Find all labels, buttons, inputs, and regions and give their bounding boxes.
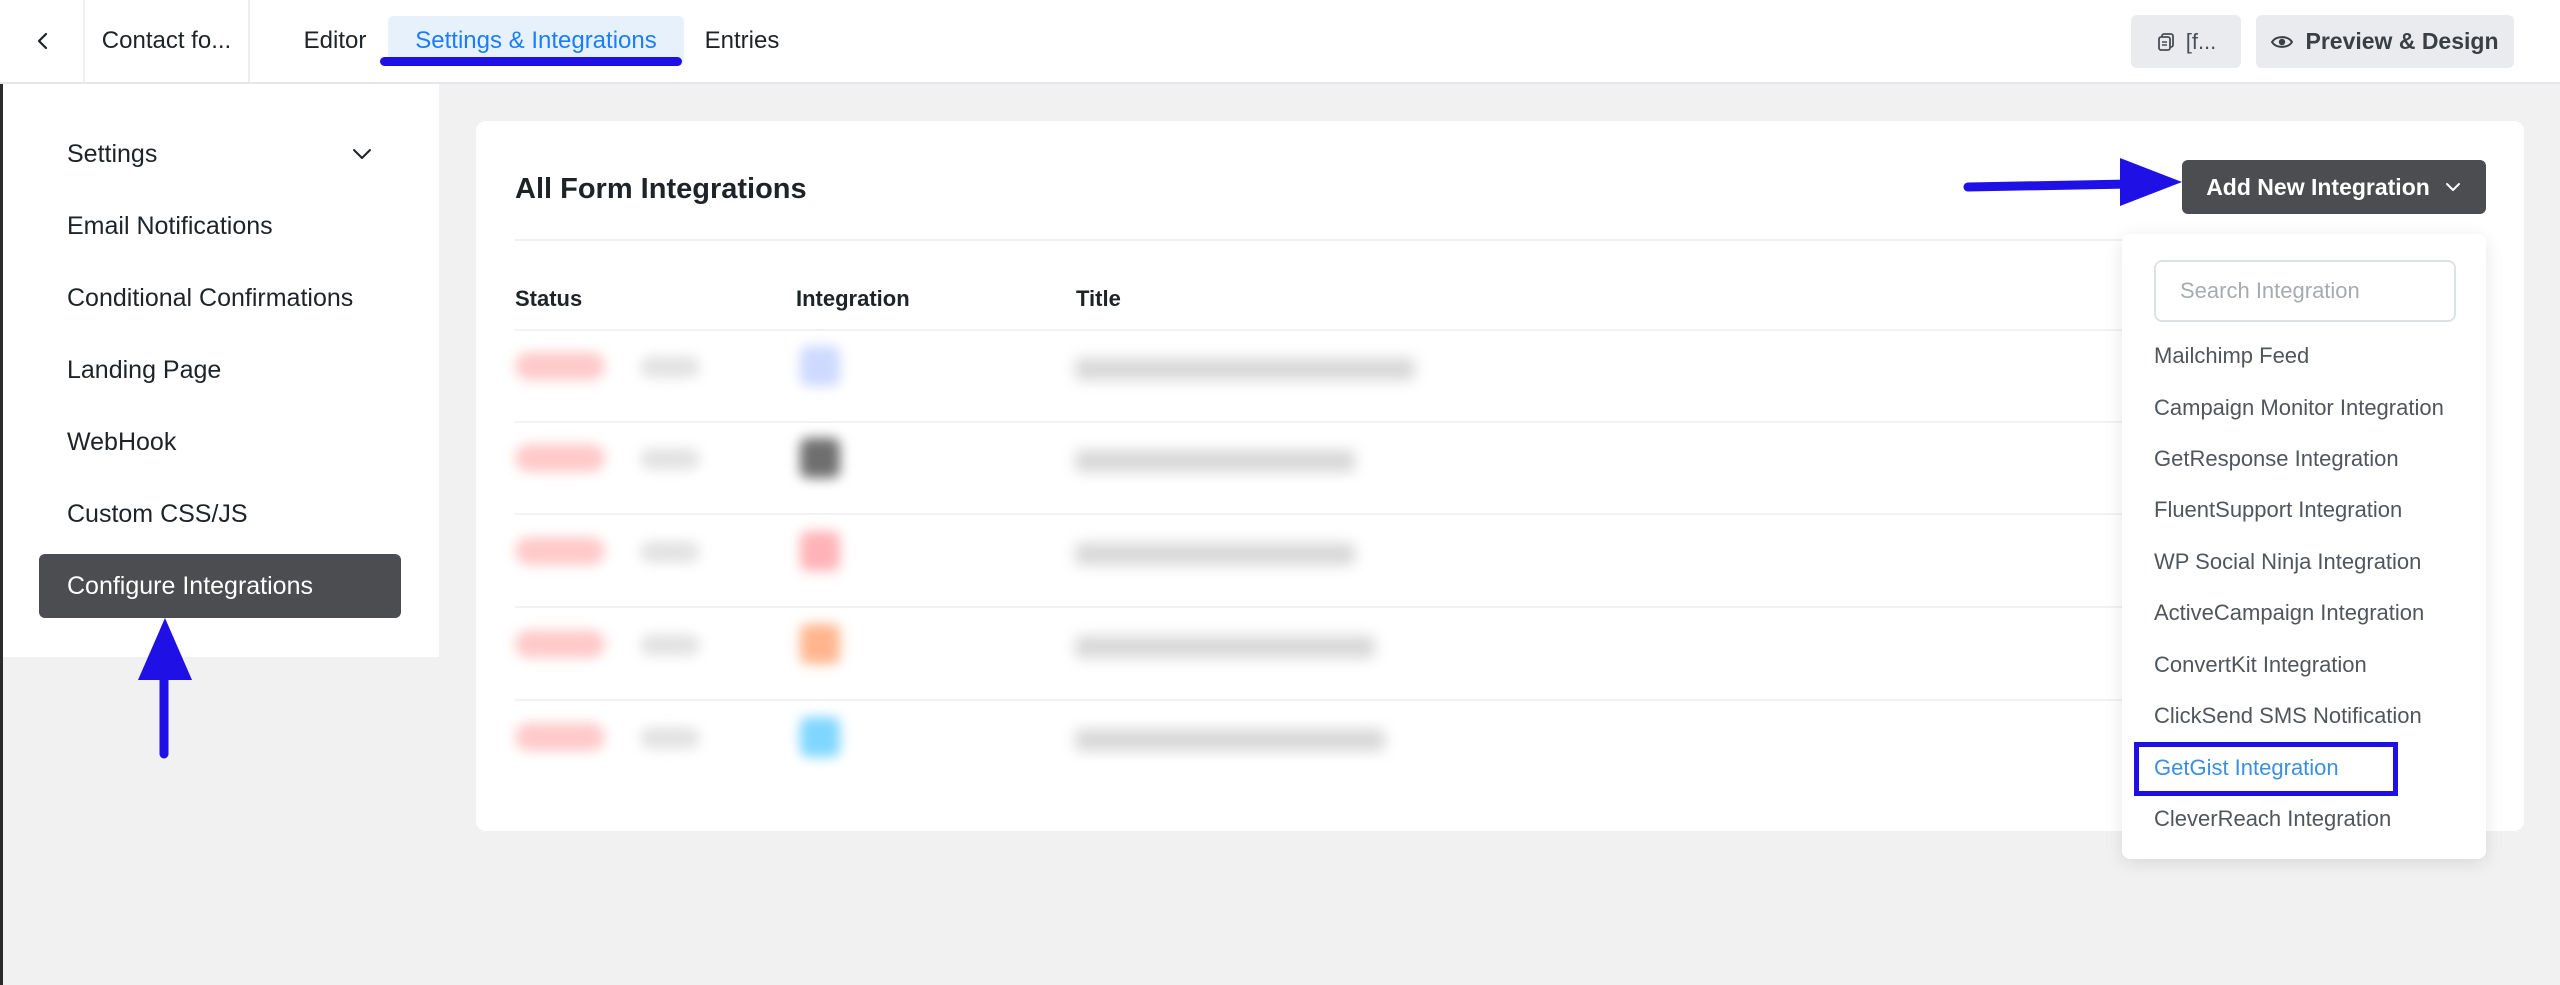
integration-title <box>1075 636 1375 658</box>
search-integration-input[interactable] <box>2154 260 2456 322</box>
tab-entries[interactable]: Entries <box>692 16 792 66</box>
tab-editor[interactable]: Editor <box>290 16 380 66</box>
dropdown-item-wp-social-ninja[interactable]: WP Social Ninja Integration <box>2154 549 2421 575</box>
preview-design-button[interactable]: Preview & Design <box>2256 15 2514 68</box>
shortcode-button[interactable]: [f... <box>2131 15 2241 68</box>
sidebar-item-label: Conditional Confirmations <box>67 283 354 312</box>
sidebar-item-conditional-confirmations[interactable]: Conditional Confirmations <box>39 266 401 330</box>
annotation-arrow-up-icon <box>138 618 192 759</box>
integration-logo <box>800 624 840 664</box>
eye-icon <box>2271 35 2294 48</box>
settings-sidebar: Settings Email Notifications Conditional… <box>3 84 439 657</box>
integration-logo <box>800 346 840 386</box>
integration-title <box>1075 543 1355 565</box>
dropdown-item-mailchimp[interactable]: Mailchimp Feed <box>2154 343 2309 369</box>
sidebar-item-label: Custom CSS/JS <box>67 499 248 528</box>
integration-logo <box>800 717 840 757</box>
sidebar-item-landing-page[interactable]: Landing Page <box>39 338 401 402</box>
sidebar-item-settings[interactable]: Settings <box>39 122 401 186</box>
annotation-arrow-right-icon <box>1963 158 2182 206</box>
integration-dropdown: Mailchimp Feed Campaign Monitor Integrat… <box>2122 234 2486 859</box>
dropdown-item-fluentsupport[interactable]: FluentSupport Integration <box>2154 497 2402 523</box>
chevron-down-icon <box>2445 183 2460 191</box>
dropdown-item-cleverreach[interactable]: CleverReach Integration <box>2154 806 2391 832</box>
chevron-left-icon <box>37 32 48 50</box>
sidebar-item-label: Landing Page <box>67 355 222 384</box>
dropdown-item-activecampaign[interactable]: ActiveCampaign Integration <box>2154 600 2424 626</box>
status-badge <box>515 537 605 565</box>
back-button[interactable] <box>3 0 85 82</box>
toggle-switch[interactable] <box>640 356 700 378</box>
dropdown-item-clicksend[interactable]: ClickSend SMS Notification <box>2154 703 2422 729</box>
sidebar-item-label: Settings <box>67 139 158 168</box>
add-new-integration-button[interactable]: Add New Integration <box>2182 160 2486 214</box>
integration-title <box>1075 358 1415 380</box>
annotation-highlight-box <box>2134 742 2398 796</box>
integration-title <box>1075 729 1385 751</box>
form-name[interactable]: Contact fo... <box>85 0 250 82</box>
page-title: All Form Integrations <box>515 173 807 205</box>
table-row[interactable] <box>515 336 2015 396</box>
column-header-integration: Integration <box>796 286 910 311</box>
toggle-switch[interactable] <box>640 541 700 563</box>
chevron-down-icon <box>353 149 371 159</box>
integration-logo <box>800 531 840 571</box>
shortcode-label: [f... <box>2185 28 2217 54</box>
status-badge <box>515 352 605 380</box>
copy-icon <box>2157 32 2174 51</box>
table-row[interactable] <box>515 521 2015 581</box>
sidebar-item-custom-css-js[interactable]: Custom CSS/JS <box>39 482 401 546</box>
toggle-switch[interactable] <box>640 448 700 470</box>
toggle-switch[interactable] <box>640 634 700 656</box>
status-badge <box>515 444 605 472</box>
sidebar-item-webhook[interactable]: WebHook <box>39 410 401 474</box>
status-badge <box>515 630 605 658</box>
sidebar-item-label: Email Notifications <box>67 211 273 240</box>
annotation-underline <box>380 57 682 66</box>
integration-logo <box>800 438 840 478</box>
column-header-status: Status <box>515 286 583 311</box>
preview-design-label: Preview & Design <box>2305 28 2499 54</box>
sidebar-item-label: Configure Integrations <box>67 571 313 600</box>
column-header-title: Title <box>1076 286 1121 311</box>
table-row[interactable] <box>515 707 2015 767</box>
sidebar-item-configure-integrations[interactable]: Configure Integrations <box>39 554 401 618</box>
toggle-switch[interactable] <box>640 727 700 749</box>
dropdown-item-convertkit[interactable]: ConvertKit Integration <box>2154 652 2367 678</box>
status-badge <box>515 723 605 751</box>
add-new-integration-label: Add New Integration <box>2206 173 2430 200</box>
top-bar: Contact fo... Editor Settings & Integrat… <box>0 0 2560 84</box>
table-row[interactable] <box>515 428 2015 488</box>
sidebar-item-label: WebHook <box>67 427 177 456</box>
table-row[interactable] <box>515 614 2015 674</box>
integration-title <box>1075 450 1355 472</box>
dropdown-item-getresponse[interactable]: GetResponse Integration <box>2154 446 2399 472</box>
dropdown-item-campaign-monitor[interactable]: Campaign Monitor Integration <box>2154 395 2444 421</box>
sidebar-item-email-notifications[interactable]: Email Notifications <box>39 194 401 258</box>
